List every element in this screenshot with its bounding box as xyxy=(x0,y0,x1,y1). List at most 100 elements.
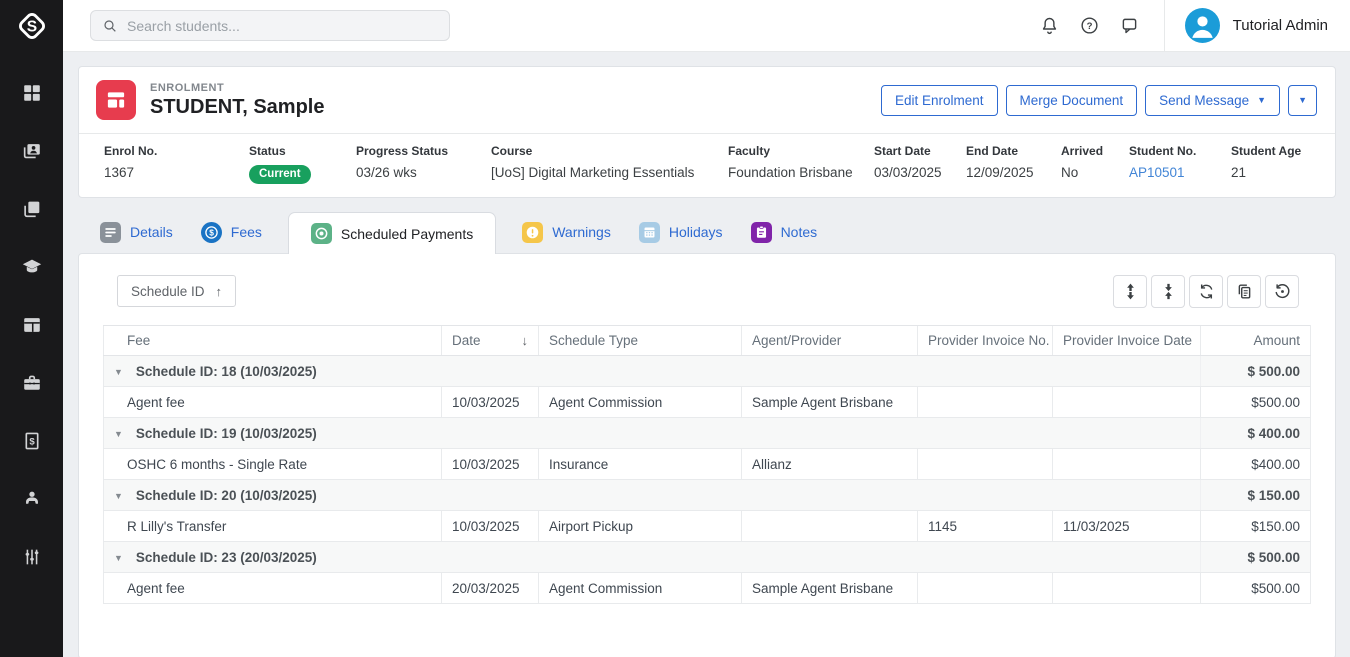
merge-document-button[interactable]: Merge Document xyxy=(1006,85,1138,116)
column-header-provider-invoice-date[interactable]: Provider Invoice Date xyxy=(1053,326,1201,356)
schedule-type-cell: Insurance xyxy=(539,449,742,480)
page-title: STUDENT, Sample xyxy=(150,96,324,119)
svg-text:S: S xyxy=(26,19,36,36)
bell-icon xyxy=(1039,15,1060,36)
payment-row[interactable]: Agent fee20/03/2025Agent CommissionSampl… xyxy=(104,573,1311,604)
sidebar-item-courses[interactable] xyxy=(21,256,43,278)
notifications-button[interactable] xyxy=(1030,6,1070,46)
brand-s-icon: S xyxy=(15,9,49,43)
amount-cell: $400.00 xyxy=(1201,449,1311,480)
schedule-type-cell: Airport Pickup xyxy=(539,511,742,542)
payment-row[interactable]: Agent fee10/03/2025Agent CommissionSampl… xyxy=(104,387,1311,418)
send-message-button[interactable]: Send Message▼ xyxy=(1145,85,1280,116)
svg-text:$: $ xyxy=(29,436,35,447)
column-header-fee[interactable]: Fee xyxy=(104,326,442,356)
sidebar-item-agents[interactable] xyxy=(21,488,43,510)
history-button[interactable] xyxy=(1265,275,1299,308)
sidebar-item-students[interactable] xyxy=(21,140,43,162)
sort-chip-schedule-id[interactable]: Schedule ID ↑ xyxy=(117,275,236,307)
dashboard-icon xyxy=(21,82,43,104)
user-menu[interactable]: Tutorial Admin xyxy=(1164,0,1328,52)
collapse-chevron-icon[interactable]: ▼ xyxy=(114,491,123,501)
column-header-provider-invoice-no[interactable]: Provider Invoice No. xyxy=(918,326,1053,356)
edit-enrolment-button[interactable]: Edit Enrolment xyxy=(881,85,998,116)
sidebar-nav: $ xyxy=(21,82,43,568)
sidebar-item-settings[interactable] xyxy=(21,546,43,568)
student-no-link[interactable]: AP10501 xyxy=(1129,165,1185,180)
tab-warnings[interactable]: Warnings xyxy=(520,211,613,253)
field-progress-status: Progress Status03/26 wks xyxy=(356,144,491,184)
field-status: StatusCurrent xyxy=(249,144,356,184)
expand-all-button[interactable] xyxy=(1113,275,1147,308)
agent-provider-cell: Sample Agent Brisbane xyxy=(742,573,918,604)
enrolments-icon xyxy=(21,198,43,220)
details-icon xyxy=(100,222,121,243)
schedule-group-row[interactable]: ▼Schedule ID: 19 (10/03/2025)$ 400.00 xyxy=(104,418,1311,449)
tab-notes[interactable]: Notes xyxy=(749,211,820,253)
tab-holidays[interactable]: Holidays xyxy=(637,211,725,253)
chat-icon xyxy=(1119,15,1140,36)
field-value: 21 xyxy=(1231,165,1301,180)
sidebar-item-invoices[interactable]: $ xyxy=(21,430,43,452)
tab-fees[interactable]: $ Fees xyxy=(199,211,264,253)
chat-button[interactable] xyxy=(1110,6,1150,46)
group-label-cell: ▼Schedule ID: 23 (20/03/2025) xyxy=(104,542,1201,573)
date-cell: 20/03/2025 xyxy=(442,573,539,604)
invoices-icon: $ xyxy=(21,430,43,452)
collapse-all-button[interactable] xyxy=(1151,275,1185,308)
provider-invoice-date-cell xyxy=(1053,449,1201,480)
schedule-group-row[interactable]: ▼Schedule ID: 18 (10/03/2025)$ 500.00 xyxy=(104,356,1311,387)
tab-label: Warnings xyxy=(552,224,611,240)
search-box xyxy=(90,10,450,41)
holidays-icon xyxy=(639,222,660,243)
copy-button[interactable] xyxy=(1227,275,1261,308)
field-label: Arrived xyxy=(1061,144,1119,158)
field-label: End Date xyxy=(966,144,1051,158)
search-icon xyxy=(102,18,118,34)
field-label: Progress Status xyxy=(356,144,481,158)
field-value: 1367 xyxy=(104,165,239,180)
collapse-all-icon xyxy=(1159,282,1178,301)
amount-cell: $150.00 xyxy=(1201,511,1311,542)
collapse-chevron-icon[interactable]: ▼ xyxy=(114,553,123,563)
column-header-schedule-type[interactable]: Schedule Type xyxy=(539,326,742,356)
help-button[interactable]: ? xyxy=(1070,6,1110,46)
collapse-chevron-icon[interactable]: ▼ xyxy=(114,367,123,377)
field-label: Start Date xyxy=(874,144,956,158)
fee-cell: Agent fee xyxy=(104,573,442,604)
provider-invoice-date-cell xyxy=(1053,387,1201,418)
agents-icon xyxy=(21,488,43,510)
field-value: AP10501 xyxy=(1129,165,1221,180)
tab-details[interactable]: Details xyxy=(98,211,175,253)
column-header-agent-provider[interactable]: Agent/Provider xyxy=(742,326,918,356)
search-input[interactable] xyxy=(127,18,438,34)
enrolment-title-row: ENROLMENT STUDENT, Sample Edit Enrolment… xyxy=(79,67,1335,133)
payment-row[interactable]: OSHC 6 months - Single Rate10/03/2025Ins… xyxy=(104,449,1311,480)
tab-label: Notes xyxy=(781,224,818,240)
app-logo[interactable]: S xyxy=(0,0,63,52)
svg-text:$: $ xyxy=(209,227,214,237)
content-column: ? Tutorial Admin xyxy=(63,0,1350,657)
scheduled-payments-table: FeeDate↓Schedule TypeAgent/ProviderProvi… xyxy=(103,325,1311,604)
field-course: Course[UoS] Digital Marketing Essentials xyxy=(491,144,728,184)
tab-label: Fees xyxy=(231,224,262,240)
refresh-button[interactable] xyxy=(1189,275,1223,308)
scheduled-payments-panel: Schedule ID ↑ FeeDate↓Schedule TypeAgent… xyxy=(78,253,1336,657)
sidebar-item-dashboard[interactable] xyxy=(21,82,43,104)
column-header-amount[interactable]: Amount xyxy=(1201,326,1311,356)
schedule-group-row[interactable]: ▼Schedule ID: 20 (10/03/2025)$ 150.00 xyxy=(104,480,1311,511)
schedule-group-row[interactable]: ▼Schedule ID: 23 (20/03/2025)$ 500.00 xyxy=(104,542,1311,573)
main-area: ENROLMENT STUDENT, Sample Edit Enrolment… xyxy=(63,52,1350,657)
sidebar-item-classes[interactable] xyxy=(21,314,43,336)
more-actions-button[interactable]: ▼ xyxy=(1288,85,1317,116)
sidebar-item-enrolments[interactable] xyxy=(21,198,43,220)
payment-row[interactable]: R Lilly's Transfer10/03/2025Airport Pick… xyxy=(104,511,1311,542)
sort-up-icon: ↑ xyxy=(216,284,223,299)
fee-cell: R Lilly's Transfer xyxy=(104,511,442,542)
sidebar-item-employers[interactable] xyxy=(21,372,43,394)
topbar-right: ? Tutorial Admin xyxy=(1030,0,1328,52)
collapse-chevron-icon[interactable]: ▼ xyxy=(114,429,123,439)
tab-scheduled-payments[interactable]: Scheduled Payments xyxy=(288,212,496,254)
tab-label: Scheduled Payments xyxy=(341,226,473,242)
column-header-date[interactable]: Date↓ xyxy=(442,326,539,356)
